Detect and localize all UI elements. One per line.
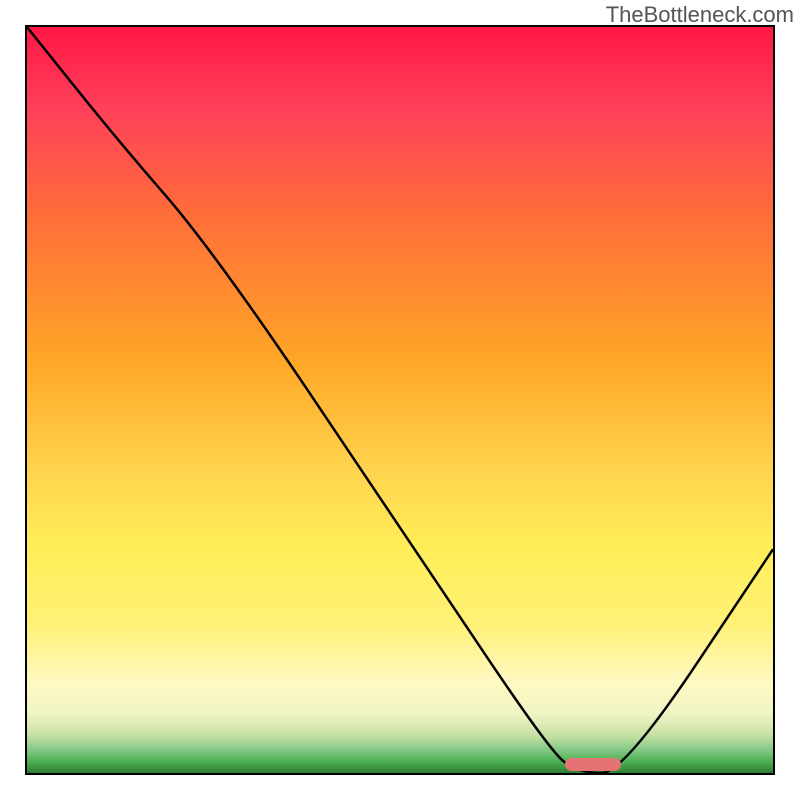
- chart-curve: [27, 27, 773, 773]
- chart-marker: [565, 758, 621, 771]
- chart-plot-area: [25, 25, 775, 775]
- watermark-text: TheBottleneck.com: [606, 2, 794, 28]
